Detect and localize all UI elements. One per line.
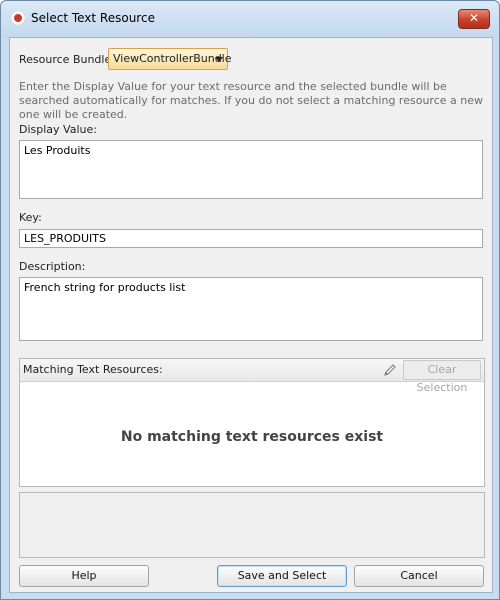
instructions-text: Enter the Display Value for your text re… xyxy=(19,80,483,121)
matching-resources-header: Matching Text Resources: Clear Selection xyxy=(20,359,484,394)
description-field[interactable]: French string for products list xyxy=(19,277,483,341)
description-label: Description: xyxy=(19,260,86,273)
resource-bundle-select[interactable]: ViewControllerBundle xyxy=(108,48,232,70)
pencil-icon[interactable] xyxy=(382,362,398,378)
dialog-window: Select Text Resource ✕ Resource Bundle: … xyxy=(0,0,500,600)
chevron-down-icon xyxy=(215,57,223,62)
clear-selection-button[interactable]: Clear Selection xyxy=(403,360,481,394)
display-value-field[interactable]: Les Produits xyxy=(19,140,483,199)
display-value-label: Display Value: xyxy=(19,123,97,136)
resource-bundle-value: ViewControllerBundle xyxy=(113,52,232,65)
dialog-content: Resource Bundle: ViewControllerBundle En… xyxy=(9,37,493,593)
cancel-button[interactable]: Cancel xyxy=(354,565,484,587)
title-bar: Select Text Resource ✕ xyxy=(1,1,499,37)
key-field[interactable]: LES_PRODUITS xyxy=(19,229,483,248)
matching-resources-label: Matching Text Resources: xyxy=(23,363,163,376)
oracle-logo-icon xyxy=(11,11,25,25)
empty-message: No matching text resources exist xyxy=(120,429,384,445)
key-label: Key: xyxy=(19,211,42,224)
matching-resources-panel: Matching Text Resources: Clear Selection… xyxy=(19,358,485,487)
help-button[interactable]: Help xyxy=(19,565,149,587)
close-button[interactable]: ✕ xyxy=(458,9,490,29)
window-title: Select Text Resource xyxy=(31,11,155,25)
save-and-select-button[interactable]: Save and Select xyxy=(217,565,347,587)
close-icon: ✕ xyxy=(468,11,480,25)
resource-bundle-label: Resource Bundle: xyxy=(19,53,115,66)
resource-detail-panel xyxy=(19,492,485,558)
